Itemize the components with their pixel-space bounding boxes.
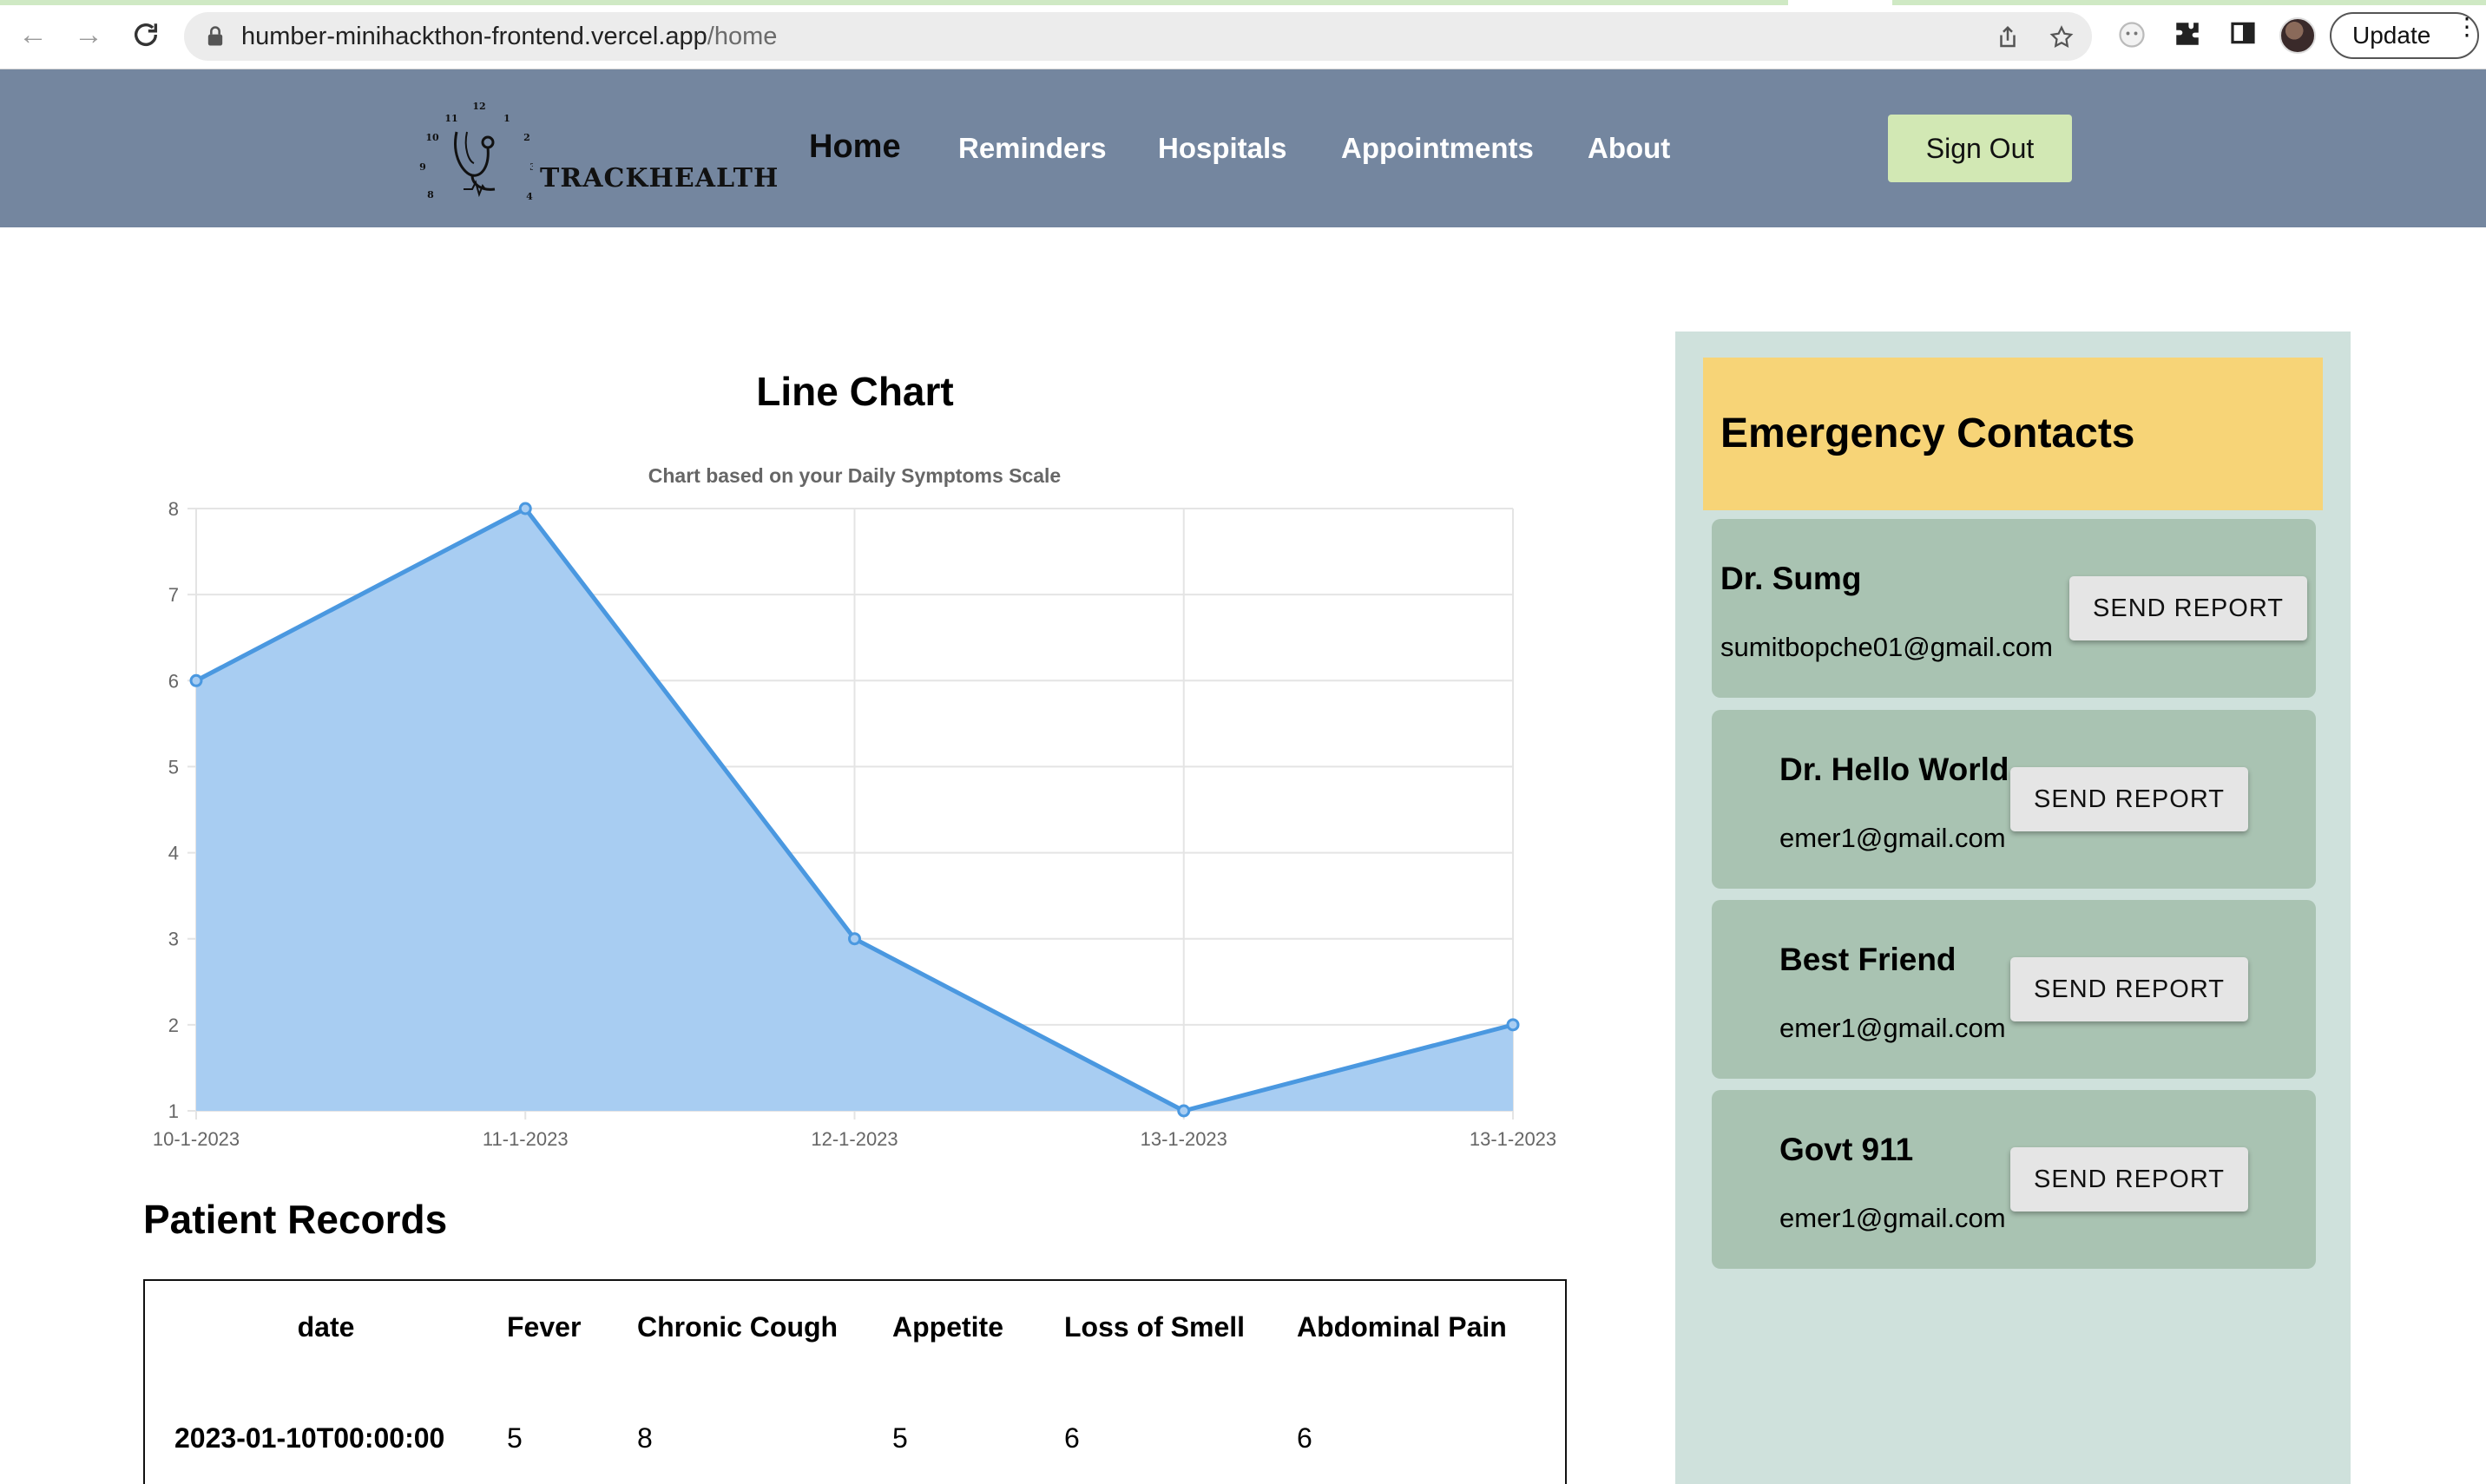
clock-numeral: 3	[529, 161, 533, 173]
loading-bar	[1892, 0, 2486, 5]
cell-date: 2023-01-10T00:00:00	[174, 1422, 445, 1454]
contact-email: emer1@gmail.com	[1779, 823, 2006, 853]
update-button[interactable]: Update ⋮	[2330, 12, 2479, 59]
cell-loss-of-smell: 6	[1064, 1422, 1080, 1454]
clock-numeral: 1	[503, 113, 510, 124]
url-text: humber-minihackthon-frontend.vercel.app/…	[241, 23, 778, 50]
nav-home[interactable]: Home	[809, 128, 901, 166]
chart-canvas: Chart based on your Daily Symptoms Scale…	[153, 464, 1556, 1150]
side-panel-icon[interactable]	[2227, 19, 2259, 50]
data-point	[189, 673, 203, 687]
send-report-button[interactable]: SEND REPORT	[2010, 957, 2248, 1021]
share-icon[interactable]	[1995, 24, 2021, 50]
y-tick-label: 5	[168, 756, 179, 778]
clock-stethoscope-icon: 12 1 2 3 4 5 6 7 8 9 10 11	[419, 101, 536, 228]
lock-icon	[207, 26, 223, 46]
column-header-appetite: Appetite	[892, 1311, 1003, 1343]
clock-numeral: 4	[526, 191, 533, 202]
clock-numeral: 10	[425, 132, 439, 143]
profile-avatar[interactable]	[2279, 17, 2316, 54]
contact-card: Best Friend emer1@gmail.com SEND REPORT	[1712, 900, 2316, 1079]
clock-numeral: 11	[444, 113, 457, 124]
nav-reminders[interactable]: Reminders	[958, 132, 1107, 165]
column-header-abdominal-pain: Abdominal Pain	[1297, 1311, 1507, 1343]
x-tick-label: 13-1-2023	[1470, 1128, 1556, 1150]
contact-email: emer1@gmail.com	[1779, 1013, 2006, 1043]
y-tick-label: 3	[168, 929, 179, 950]
sign-out-button[interactable]: Sign Out	[1888, 115, 2072, 182]
nav-hospitals[interactable]: Hospitals	[1158, 132, 1287, 165]
send-report-button[interactable]: SEND REPORT	[2010, 1147, 2248, 1211]
y-tick-label: 2	[168, 1015, 179, 1036]
emergency-contacts-title: Emergency Contacts	[1720, 410, 2135, 456]
contact-card: Govt 911 emer1@gmail.com SEND REPORT	[1712, 1090, 2316, 1269]
contact-email: emer1@gmail.com	[1779, 1203, 2006, 1233]
x-tick-label: 10-1-2023	[153, 1128, 240, 1150]
table-row: 2023-01-10T00:00:00 5 8 5 6 6	[144, 1374, 1566, 1484]
address-bar[interactable]: humber-minihackthon-frontend.vercel.app/…	[184, 12, 2092, 61]
data-point	[848, 932, 861, 946]
y-tick-label: 7	[168, 584, 179, 606]
data-point	[1177, 1104, 1191, 1118]
contact-name: Dr. Hello World	[1779, 752, 2009, 787]
y-tick-label: 8	[168, 498, 179, 520]
column-header-fever: Fever	[507, 1311, 582, 1343]
x-tick-label: 12-1-2023	[811, 1128, 898, 1150]
send-report-button[interactable]: SEND REPORT	[2069, 576, 2307, 640]
cell-fever: 5	[507, 1422, 523, 1454]
chart-heading: Line Chart	[756, 369, 954, 414]
logo-text: TRACKHEALTH	[540, 163, 779, 194]
symptoms-line-chart: Chart based on your Daily Symptoms Scale…	[130, 451, 1588, 1163]
x-tick-label: 13-1-2023	[1141, 1128, 1227, 1150]
nav-appointments[interactable]: Appointments	[1341, 132, 1534, 165]
forward-icon[interactable]: →	[71, 17, 106, 52]
cell-abdominal-pain: 6	[1297, 1422, 1312, 1454]
data-point	[518, 502, 532, 515]
emergency-contacts-panel: Emergency Contacts Dr. Sumg sumitbopche0…	[1675, 332, 2351, 1484]
column-header-chronic-cough: Chronic Cough	[637, 1311, 839, 1343]
contact-name: Govt 911	[1779, 1132, 1914, 1167]
y-tick-label: 1	[168, 1100, 179, 1122]
x-tick-label: 11-1-2023	[483, 1128, 569, 1150]
patient-records-title: Patient Records	[143, 1197, 448, 1242]
more-menu-icon[interactable]: ⋮	[2455, 15, 2479, 39]
clock-numeral: 8	[427, 189, 434, 200]
clock-numeral: 2	[523, 132, 530, 143]
table-header-row: date Fever Chronic Cough Appetite Loss o…	[144, 1280, 1566, 1374]
reload-icon[interactable]	[128, 17, 163, 52]
clock-numeral: 9	[419, 161, 426, 173]
chart-title: Chart based on your Daily Symptoms Scale	[648, 464, 1061, 487]
column-header-date: date	[297, 1311, 355, 1343]
puzzle-icon[interactable]	[2172, 19, 2203, 50]
cell-chronic-cough: 8	[637, 1422, 653, 1454]
contact-name: Dr. Sumg	[1720, 561, 1862, 596]
cell-appetite: 5	[892, 1422, 908, 1454]
contact-card: Dr. Hello World emer1@gmail.com SEND REP…	[1712, 710, 2316, 889]
bookmark-star-icon[interactable]	[2049, 24, 2075, 50]
loading-bar	[0, 0, 1788, 5]
nav-about[interactable]: About	[1588, 132, 1670, 165]
clock-numeral: 12	[472, 101, 485, 112]
browser-toolbar: ← → humber-minihackthon-frontend.vercel.…	[0, 0, 2486, 69]
contact-card: Dr. Sumg sumitbopche01@gmail.com SEND RE…	[1712, 519, 2316, 698]
extension-face-icon[interactable]	[2116, 19, 2147, 50]
contact-email: sumitbopche01@gmail.com	[1720, 632, 2053, 662]
data-point	[1506, 1018, 1520, 1032]
column-header-loss-of-smell: Loss of Smell	[1064, 1311, 1246, 1343]
patient-records-table: date Fever Chronic Cough Appetite Loss o…	[143, 1279, 1567, 1484]
trackhealth-logo[interactable]: 12 1 2 3 4 5 6 7 8 9 10 11 TRACKHEALTH	[411, 87, 778, 228]
back-icon[interactable]: ←	[16, 17, 50, 52]
contact-name: Best Friend	[1779, 942, 1957, 977]
update-label: Update	[2352, 22, 2431, 49]
y-tick-label: 4	[168, 843, 179, 864]
emergency-contacts-header: Emergency Contacts	[1703, 358, 2323, 510]
y-tick-label: 6	[168, 670, 179, 692]
site-header: 12 1 2 3 4 5 6 7 8 9 10 11 TRACKHEALTH H…	[0, 69, 2486, 228]
send-report-button[interactable]: SEND REPORT	[2010, 767, 2248, 831]
